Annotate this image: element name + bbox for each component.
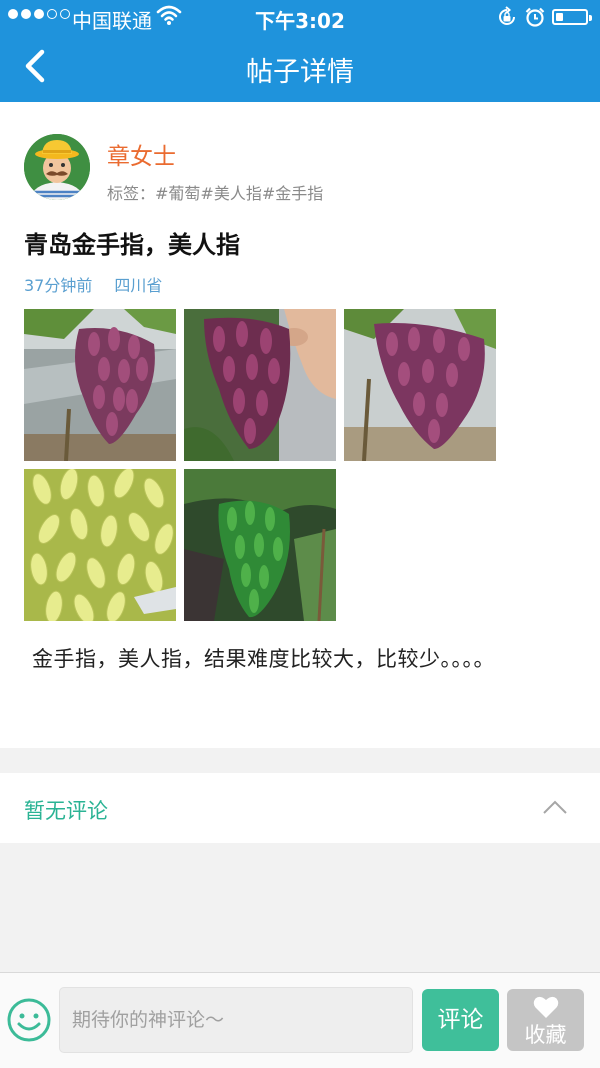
top-bar: 中国联通 下午3:02 帖子详情 bbox=[0, 0, 600, 102]
post-tags: 标签：#葡萄#美人指#金手指 bbox=[107, 184, 324, 203]
post-meta: 37分钟前 四川省 bbox=[24, 272, 162, 296]
status-bar: 中国联通 下午3:02 bbox=[0, 0, 600, 34]
grape-photo-icon bbox=[24, 469, 176, 621]
battery-level bbox=[556, 13, 563, 21]
author-name[interactable]: 章女士 bbox=[107, 137, 176, 171]
comment-input[interactable] bbox=[59, 987, 413, 1053]
post-card: 章女士 标签：#葡萄#美人指#金手指 青岛金手指，美人指 37分钟前 四川省 金… bbox=[0, 102, 600, 748]
post-title: 青岛金手指，美人指 bbox=[24, 231, 240, 259]
post-image-2[interactable] bbox=[184, 309, 336, 461]
post-body: 金手指，美人指，结果难度比较大，比较少。。。。 bbox=[32, 647, 495, 671]
post-image-3[interactable] bbox=[344, 309, 496, 461]
post-image-1[interactable] bbox=[24, 309, 176, 461]
page-title: 帖子详情 bbox=[246, 57, 354, 88]
rotation-lock-icon bbox=[499, 6, 515, 25]
chevron-up-icon[interactable] bbox=[541, 797, 569, 817]
alarm-icon bbox=[525, 7, 545, 27]
heart-icon bbox=[533, 996, 559, 1018]
battery-icon bbox=[552, 9, 592, 25]
grape-photo-icon bbox=[184, 309, 336, 461]
post-location: 四川省 bbox=[114, 276, 163, 295]
comment-button[interactable]: 评论 bbox=[422, 989, 499, 1051]
smiley-icon[interactable] bbox=[6, 997, 52, 1043]
grape-photo-icon bbox=[344, 309, 496, 461]
favorite-button[interactable]: 收藏 bbox=[507, 989, 584, 1051]
no-comments-label: 暂无评论 bbox=[24, 799, 108, 823]
farmer-avatar-icon bbox=[24, 134, 90, 200]
post-time: 37分钟前 bbox=[24, 276, 93, 295]
comment-input-bar: 评论 收藏 bbox=[0, 972, 600, 1068]
comments-header[interactable]: 暂无评论 bbox=[0, 773, 600, 843]
post-image-5[interactable] bbox=[184, 469, 336, 621]
grape-photo-icon bbox=[184, 469, 336, 621]
favorite-label: 收藏 bbox=[524, 1023, 567, 1047]
post-image-4[interactable] bbox=[24, 469, 176, 621]
avatar[interactable] bbox=[24, 134, 90, 200]
grape-photo-icon bbox=[24, 309, 176, 461]
